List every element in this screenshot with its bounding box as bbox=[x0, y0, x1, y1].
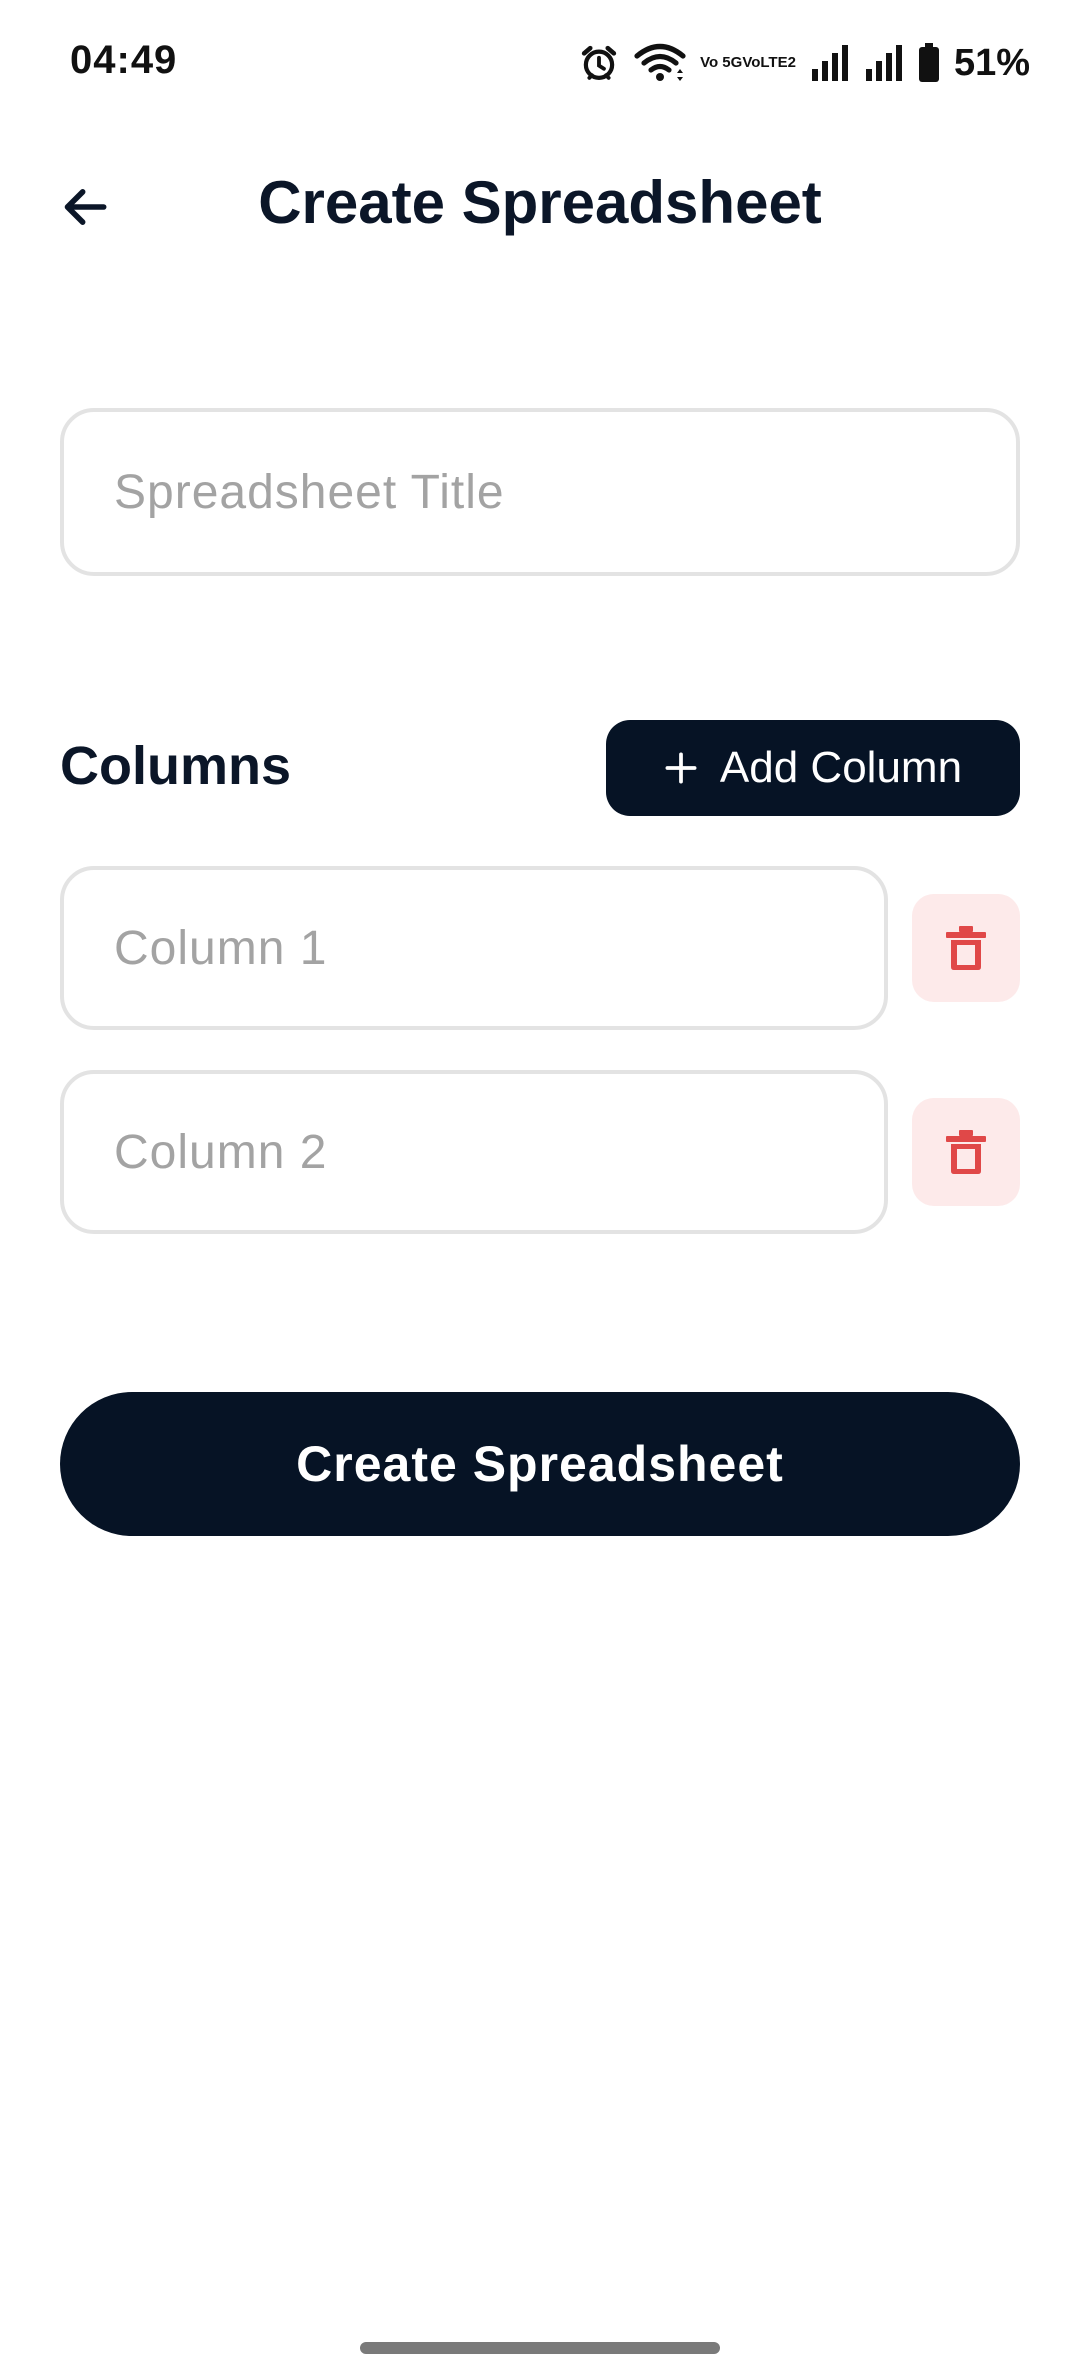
header: Create Spreadsheet bbox=[0, 150, 1080, 260]
trash-icon bbox=[946, 926, 986, 970]
add-column-button[interactable]: Add Column bbox=[606, 720, 1020, 816]
volte-indicator: Vo 5G VoLTE2 bbox=[700, 55, 796, 71]
status-time: 04:49 bbox=[70, 38, 178, 82]
wifi-icon bbox=[634, 42, 686, 84]
spreadsheet-title-input[interactable] bbox=[60, 408, 1020, 576]
plus-icon bbox=[664, 751, 698, 785]
status-bar: 04:49 Vo 5G VoLTE2 51% bbox=[0, 0, 1080, 126]
alarm-icon bbox=[578, 42, 620, 84]
volte-top-label: Vo 5G bbox=[700, 54, 743, 71]
home-gesture-bar[interactable] bbox=[360, 2342, 720, 2354]
trash-icon bbox=[946, 1130, 986, 1174]
status-icons: Vo 5G VoLTE2 51% bbox=[578, 38, 1030, 88]
column-2-input[interactable] bbox=[60, 1070, 888, 1234]
signal-icon-2 bbox=[864, 43, 904, 83]
column-1-input[interactable] bbox=[60, 866, 888, 1030]
volte-bottom-label: VoLTE2 bbox=[742, 54, 796, 71]
delete-column-1-button[interactable] bbox=[912, 894, 1020, 1002]
signal-icon bbox=[810, 43, 850, 83]
add-column-label: Add Column bbox=[719, 743, 963, 792]
page-title: Create Spreadsheet bbox=[258, 169, 822, 236]
columns-label: Columns bbox=[60, 736, 292, 796]
battery-percent: 51% bbox=[953, 41, 1030, 84]
delete-column-2-button[interactable] bbox=[912, 1098, 1020, 1206]
battery-icon bbox=[918, 43, 940, 83]
create-spreadsheet-button[interactable]: Create Spreadsheet bbox=[60, 1392, 1020, 1536]
